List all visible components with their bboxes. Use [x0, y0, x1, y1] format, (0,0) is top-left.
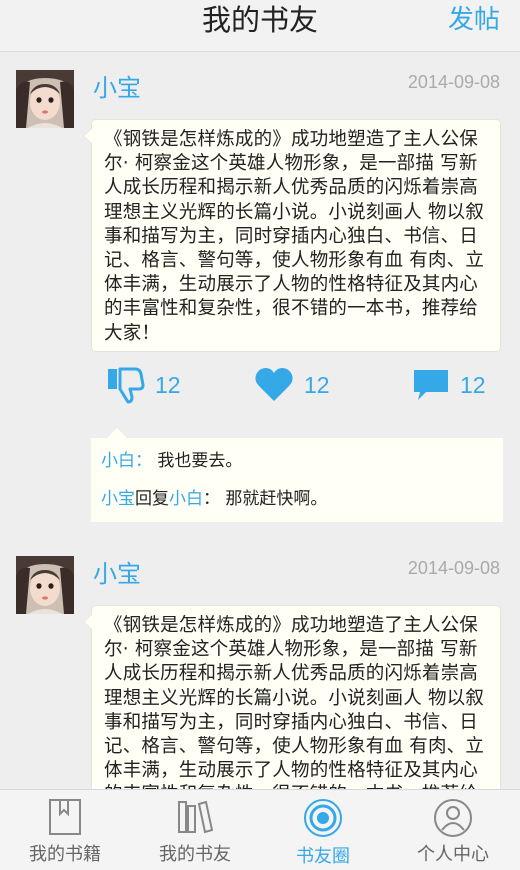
tab-label: 书友圈 — [296, 846, 350, 867]
tab-book-circle[interactable]: 书友圈 — [258, 790, 388, 870]
reply-label: 回复 — [135, 489, 169, 509]
post-actions: 12 12 12 — [0, 363, 520, 407]
page-title: 我的书友 — [201, 3, 318, 37]
comment-list: 小白： 我也要去。 小宝回复小白： 那就赶快啊。 — [91, 428, 503, 522]
commenter-name[interactable]: 小宝 — [101, 489, 135, 509]
post-content: 《钢铁是怎样炼成的》成功地塑造了主人公保尔· 柯察金这个英雄人物形象，是一部描 … — [83, 605, 501, 789]
heart-icon — [254, 367, 294, 403]
comment-text: 那就赶快啊。 — [225, 489, 328, 509]
commenter-name[interactable]: 小白 — [101, 451, 135, 471]
tab-label: 个人中心 — [417, 844, 489, 865]
reply-target-name[interactable]: 小白 — [169, 489, 203, 509]
comment-item[interactable]: 小宝回复小白： 那就赶快啊。 — [91, 480, 503, 518]
comment-separator: ： — [203, 489, 220, 509]
speech-bubble-icon — [412, 367, 450, 403]
tab-label: 我的书友 — [159, 844, 231, 865]
post-card: 小宝 2014-09-08 《钢铁是怎样炼成的》成功地塑造了主人公保尔· 柯察金… — [0, 53, 520, 543]
top-bar: 我的书友 发帖 — [0, 0, 520, 52]
feed[interactable]: 小宝 2014-09-08 《钢铁是怎样炼成的》成功地塑造了主人公保尔· 柯察金… — [0, 53, 520, 789]
like-count: 12 — [304, 371, 330, 398]
dislike-count: 12 — [155, 371, 181, 398]
avatar[interactable] — [16, 70, 74, 128]
comment-text: 我也要去。 — [157, 451, 243, 471]
comment-separator: ： — [135, 451, 152, 471]
user-icon — [388, 798, 518, 838]
tab-label: 我的书籍 — [29, 844, 101, 865]
like-button[interactable]: 12 — [254, 363, 330, 407]
post-date: 2014-09-08 — [407, 72, 500, 92]
post-button[interactable]: 发帖 — [448, 0, 500, 40]
dislike-button[interactable]: 12 — [105, 363, 181, 407]
tab-profile[interactable]: 个人中心 — [388, 790, 518, 870]
comment-item[interactable]: 小白： 我也要去。 — [91, 438, 503, 480]
author-name[interactable]: 小宝 — [93, 559, 141, 589]
comment-count: 12 — [460, 371, 486, 398]
circle-target-icon — [258, 798, 388, 838]
book-icon — [0, 798, 130, 838]
tab-my-books[interactable]: 我的书籍 — [0, 790, 130, 870]
bottom-tab-bar: 我的书籍 我的书友 书友圈 个人中心 — [0, 789, 520, 870]
bookshelf-icon — [130, 798, 260, 838]
tab-my-friends[interactable]: 我的书友 — [130, 790, 260, 870]
post-card: 小宝 2014-09-08 《钢铁是怎样炼成的》成功地塑造了主人公保尔· 柯察金… — [0, 539, 520, 789]
thumbs-down-icon — [105, 365, 145, 405]
post-date: 2014-09-08 — [407, 558, 500, 578]
post-content: 《钢铁是怎样炼成的》成功地塑造了主人公保尔· 柯察金这个英雄人物形象，是一部描 … — [83, 119, 501, 352]
comment-button[interactable]: 12 — [412, 363, 486, 407]
author-name[interactable]: 小宝 — [93, 73, 141, 103]
avatar[interactable] — [16, 556, 74, 614]
